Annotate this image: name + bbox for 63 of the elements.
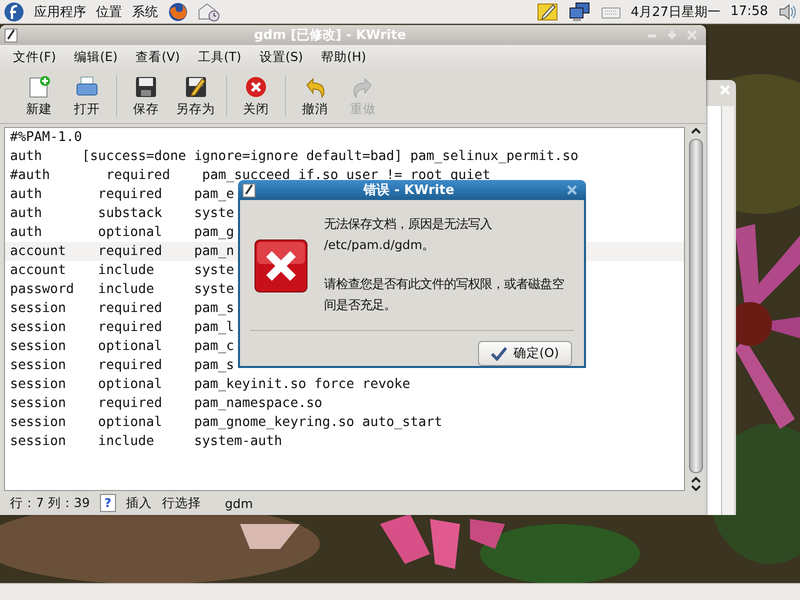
mail-clock-icon[interactable]: [198, 2, 220, 22]
code-line: session include system-auth: [10, 434, 282, 449]
fedora-logo-icon: [4, 2, 24, 22]
toolbar-button[interactable]: 新建: [16, 72, 62, 120]
close-icon: [244, 74, 268, 98]
toolbar-button[interactable]: 保存: [123, 72, 169, 120]
firefox-icon[interactable]: [168, 2, 188, 22]
ok-button[interactable]: 确定(O): [478, 341, 572, 366]
code-line: account include syste: [10, 263, 234, 278]
dialog-title: 错误 - KWrite: [362, 182, 456, 199]
pencil-icon: [4, 27, 18, 43]
insert-mode: 插入: [126, 494, 152, 512]
speaker-icon[interactable]: [778, 2, 796, 20]
code-line: password include syste: [10, 282, 234, 297]
close-icon[interactable]: [567, 185, 577, 195]
floppy-pencil-icon: [184, 74, 208, 98]
new-document-icon: [27, 74, 51, 98]
menu-item[interactable]: 帮助(H): [312, 46, 376, 68]
code-line: session required pam_s: [10, 301, 234, 316]
toolbar-button[interactable]: 打开: [64, 72, 110, 120]
printer-icon: [75, 74, 99, 98]
toolbar-button[interactable]: 关闭: [233, 72, 279, 120]
code-line: session optional pam_gnome_keyring.so auto_start: [10, 415, 442, 430]
cursor-position: 行：7 列：39: [10, 494, 90, 512]
code-line: session optional pam_c: [10, 339, 234, 354]
panel-menu[interactable]: 应用程序: [34, 2, 86, 20]
checkmark-icon: [491, 346, 508, 360]
error-icon: [254, 239, 308, 293]
network-computers-icon[interactable]: [568, 2, 591, 22]
code-line: auth [success=done ignore=ignore default=bad] pam_selinux_permit.so: [10, 149, 578, 164]
menu-item[interactable]: 设置(S): [250, 46, 312, 68]
code-line: auth required pam_e: [10, 187, 234, 202]
error-message: 请检查您是否有此文件的写权限，或者磁盘空间是否充足。: [324, 276, 564, 314]
code-line: session required pam_s: [10, 358, 234, 373]
code-line: auth optional pam_g: [10, 225, 234, 240]
menu-item[interactable]: 文件(F): [4, 46, 65, 68]
code-line: session required pam_l: [10, 320, 234, 335]
menu-item[interactable]: 工具(T): [188, 46, 250, 68]
toolbar-button[interactable]: 撤消: [292, 72, 338, 120]
selection-mode: 行选择: [162, 494, 201, 512]
error-message: 无法保存文档，原因是无法写入 /etc/pam.d/gdm。: [324, 216, 493, 254]
window-title: gdm [已修改] - KWrite: [252, 27, 408, 44]
pencil-icon: [242, 182, 256, 198]
menu-item[interactable]: 查看(V): [126, 46, 189, 68]
scrollbar[interactable]: [688, 127, 704, 491]
toolbar-button[interactable]: 另存为: [171, 72, 220, 120]
menu-item[interactable]: 编辑(E): [64, 46, 127, 68]
notepad-pencil-icon[interactable]: [536, 2, 559, 22]
code-line: #%PAM-1.0: [10, 130, 82, 145]
keyboard-icon[interactable]: [600, 4, 621, 18]
panel-menu[interactable]: 系统: [132, 2, 158, 20]
panel-date[interactable]: 4月27日星期一: [630, 2, 721, 20]
panel-menu[interactable]: 位置: [96, 2, 122, 20]
help-icon[interactable]: ?: [100, 494, 116, 512]
code-line: #auth required pam_succeed if.so user != root quiet: [10, 168, 490, 183]
code-line: account required pam_n: [10, 244, 234, 259]
scroll-up-icon[interactable]: [691, 127, 701, 135]
scroll-arrows-icon[interactable]: [691, 477, 701, 491]
code-line: auth substack syste: [10, 206, 234, 221]
panel-clock[interactable]: 17:58: [730, 4, 768, 19]
code-line: session optional pam_keyinit.so force revoke: [10, 377, 410, 392]
code-line: session required pam_namespace.so: [10, 396, 322, 411]
file-name: gdm: [224, 496, 253, 510]
